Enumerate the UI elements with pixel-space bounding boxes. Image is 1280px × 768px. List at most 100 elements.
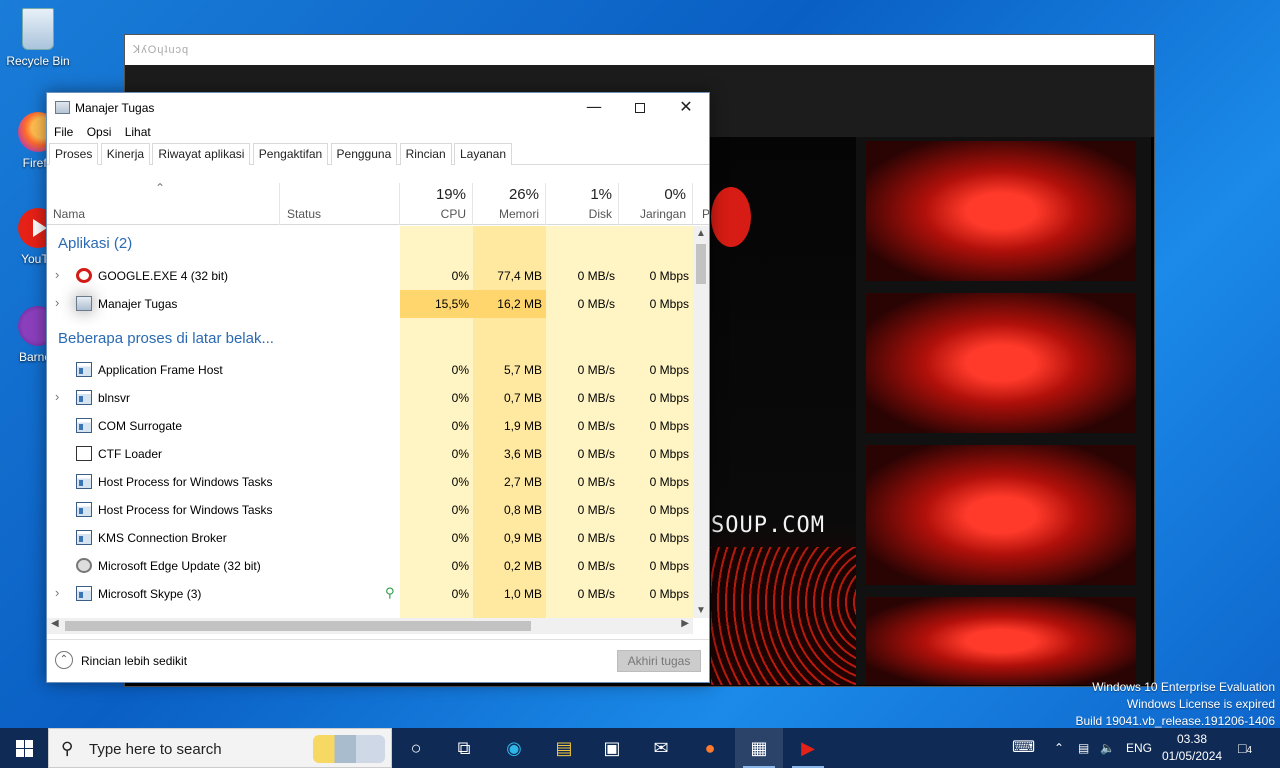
window-app-icon bbox=[76, 474, 92, 489]
task-view-icon[interactable]: ⧉ bbox=[440, 728, 488, 768]
taskbar-search[interactable]: ⚲ Type here to search bbox=[48, 728, 392, 768]
network-icon[interactable]: ▤ bbox=[1078, 728, 1089, 768]
tab-app-history[interactable]: Riwayat aplikasi bbox=[152, 143, 251, 165]
column-header-name[interactable]: ⌃ Nama bbox=[47, 181, 280, 225]
language-indicator[interactable]: ENG bbox=[1126, 728, 1152, 768]
scroll-thumb[interactable] bbox=[65, 621, 531, 631]
column-header-cpu[interactable]: 19% CPU bbox=[400, 183, 473, 225]
column-label: Disk bbox=[588, 207, 612, 221]
firefox-icon[interactable]: ● bbox=[686, 728, 734, 768]
cpu-value: 0% bbox=[451, 269, 469, 283]
youtube-taskbar-icon[interactable]: ▶ bbox=[784, 728, 832, 768]
menu-file[interactable]: File bbox=[49, 123, 78, 141]
table-row[interactable]: Application Frame Host 0% 5,7 MB 0 MB/s … bbox=[47, 356, 693, 384]
fewer-details-link[interactable]: Rincian lebih sedikit bbox=[81, 654, 187, 668]
table-row[interactable]: Microsoft Edge Update (32 bit) 0% 0,2 MB… bbox=[47, 552, 693, 580]
red-blob bbox=[711, 187, 751, 247]
window-app-icon bbox=[76, 586, 92, 601]
video-area[interactable]: SOUP.COM bbox=[711, 137, 1151, 685]
memory-value: 0,2 MB bbox=[503, 559, 542, 573]
red-pattern bbox=[711, 547, 856, 685]
scroll-left-icon[interactable]: ◀ bbox=[51, 618, 59, 629]
task-manager-titlebar[interactable]: Manajer Tugas — ✕ bbox=[47, 93, 709, 123]
clock[interactable]: 03.38 01/05/2024 bbox=[1162, 731, 1222, 765]
table-row[interactable]: Host Process for Windows Tasks 0% 0,8 MB… bbox=[47, 496, 693, 524]
sort-up-icon: ⌃ bbox=[155, 181, 166, 195]
volume-muted-icon[interactable]: 🔈 bbox=[1100, 728, 1115, 768]
column-label: Nama bbox=[53, 207, 86, 221]
disk-value: 0 MB/s bbox=[577, 297, 615, 311]
scroll-right-icon[interactable]: ▶ bbox=[681, 618, 689, 629]
expand-icon[interactable]: › bbox=[55, 585, 59, 600]
group-label: Beberapa proses di latar belak... bbox=[58, 330, 274, 347]
notification-icon[interactable]: □4 bbox=[1238, 728, 1252, 768]
expand-icon[interactable]: › bbox=[55, 267, 59, 282]
scroll-thumb[interactable] bbox=[696, 244, 706, 284]
time: 03.38 bbox=[1176, 732, 1208, 746]
store-icon[interactable]: ▣ bbox=[588, 728, 636, 768]
close-button[interactable]: ✕ bbox=[663, 93, 709, 123]
tab-services[interactable]: Layanan bbox=[453, 143, 513, 165]
expand-icon[interactable]: › bbox=[55, 389, 59, 404]
disk-value: 0 MB/s bbox=[577, 447, 615, 461]
maximize-button[interactable] bbox=[617, 93, 663, 123]
column-header-status[interactable]: Status bbox=[280, 183, 400, 225]
table-row[interactable]: KMS Connection Broker 0% 0,9 MB 0 MB/s 0… bbox=[47, 524, 693, 552]
minimize-button[interactable]: — bbox=[571, 93, 617, 123]
file-explorer-icon[interactable]: ▤ bbox=[540, 728, 588, 768]
window-app-icon bbox=[76, 502, 92, 517]
memory-value: 2,7 MB bbox=[503, 475, 542, 489]
date: 01/05/2024 bbox=[1162, 749, 1223, 763]
tab-startup[interactable]: Pengaktifan bbox=[252, 143, 329, 165]
group-header-background[interactable]: Beberapa proses di latar belak... bbox=[47, 320, 693, 354]
cortana-icon[interactable]: ○ bbox=[392, 728, 440, 768]
horizontal-scrollbar[interactable]: ◀ ▶ bbox=[47, 618, 693, 634]
column-header-network[interactable]: 0% Jaringan bbox=[619, 183, 693, 225]
search-placeholder: Type here to search bbox=[89, 741, 222, 758]
table-row[interactable]: › Microsoft Skype (3) ⚲ 0% 1,0 MB 0 MB/s… bbox=[47, 580, 693, 608]
task-manager-window[interactable]: Manajer Tugas — ✕ File Opsi Lihat Proses… bbox=[46, 92, 710, 683]
column-header-power[interactable]: P bbox=[693, 183, 711, 225]
menu-view[interactable]: Lihat bbox=[120, 123, 156, 141]
column-label: Jaringan bbox=[639, 207, 686, 221]
table-row[interactable]: › Manajer Tugas 15,5% 16,2 MB 0 MB/s 0 M… bbox=[47, 290, 693, 318]
table-row[interactable]: CTF Loader 0% 3,6 MB 0 MB/s 0 Mbps bbox=[47, 440, 693, 468]
disk-value: 0 MB/s bbox=[577, 503, 615, 517]
table-row[interactable]: › GOOGLE.EXE 4 (32 bit) 0% 77,4 MB 0 MB/… bbox=[47, 262, 693, 290]
table-row[interactable]: COM Surrogate 0% 1,9 MB 0 MB/s 0 Mbps bbox=[47, 412, 693, 440]
menu-options[interactable]: Opsi bbox=[82, 123, 117, 141]
tab-users[interactable]: Pengguna bbox=[330, 143, 398, 165]
tab-processes[interactable]: Proses bbox=[49, 143, 99, 165]
scroll-down-icon[interactable]: ▼ bbox=[693, 605, 709, 616]
table-row[interactable]: › blnsvr 0% 0,7 MB 0 MB/s 0 Mbps bbox=[47, 384, 693, 412]
column-header-disk[interactable]: 1% Disk bbox=[546, 183, 619, 225]
group-header-apps[interactable]: Aplikasi (2) bbox=[47, 226, 693, 260]
process-name: Host Process for Windows Tasks bbox=[98, 475, 273, 489]
tab-performance[interactable]: Kinerja bbox=[100, 143, 151, 165]
mail-icon[interactable]: ✉ bbox=[637, 728, 685, 768]
background-window-titlebar[interactable]: ꓘʎOɥʇuɔq bbox=[125, 35, 1154, 65]
end-task-button[interactable]: Akhiri tugas bbox=[617, 650, 701, 672]
desktop-icon-recycle-bin[interactable]: Recycle Bin bbox=[4, 8, 72, 68]
taskbar: ⚲ Type here to search ○ ⧉ ◉ ▤ ▣ ✉ ● ▦ ▶ … bbox=[0, 728, 1280, 768]
network-value: 0 Mbps bbox=[649, 503, 689, 517]
memory-total: 26% bbox=[508, 186, 539, 203]
windows-logo-icon bbox=[16, 740, 24, 748]
column-label: P bbox=[702, 207, 711, 221]
scroll-up-icon[interactable]: ▲ bbox=[693, 228, 709, 239]
column-header-memory[interactable]: 26% Memori bbox=[473, 183, 546, 225]
edge-icon[interactable]: ◉ bbox=[490, 728, 538, 768]
table-row[interactable]: Host Process for Windows Tasks 0% 2,7 MB… bbox=[47, 468, 693, 496]
expand-icon[interactable]: › bbox=[55, 295, 59, 310]
process-name: CTF Loader bbox=[98, 447, 163, 461]
chevron-up-icon[interactable]: ⌃ bbox=[55, 651, 73, 669]
tab-details[interactable]: Rincian bbox=[399, 143, 452, 165]
cpu-value: 0% bbox=[451, 475, 469, 489]
process-name: Application Frame Host bbox=[98, 363, 223, 377]
keyboard-icon[interactable]: ⌨ bbox=[1012, 728, 1035, 768]
vertical-scrollbar[interactable]: ▲ ▼ bbox=[693, 226, 709, 618]
chevron-up-icon[interactable]: ⌃ bbox=[1054, 728, 1064, 768]
start-button[interactable] bbox=[0, 728, 48, 768]
task-manager-taskbar-icon[interactable]: ▦ bbox=[735, 728, 783, 768]
maximize-icon bbox=[635, 102, 645, 113]
